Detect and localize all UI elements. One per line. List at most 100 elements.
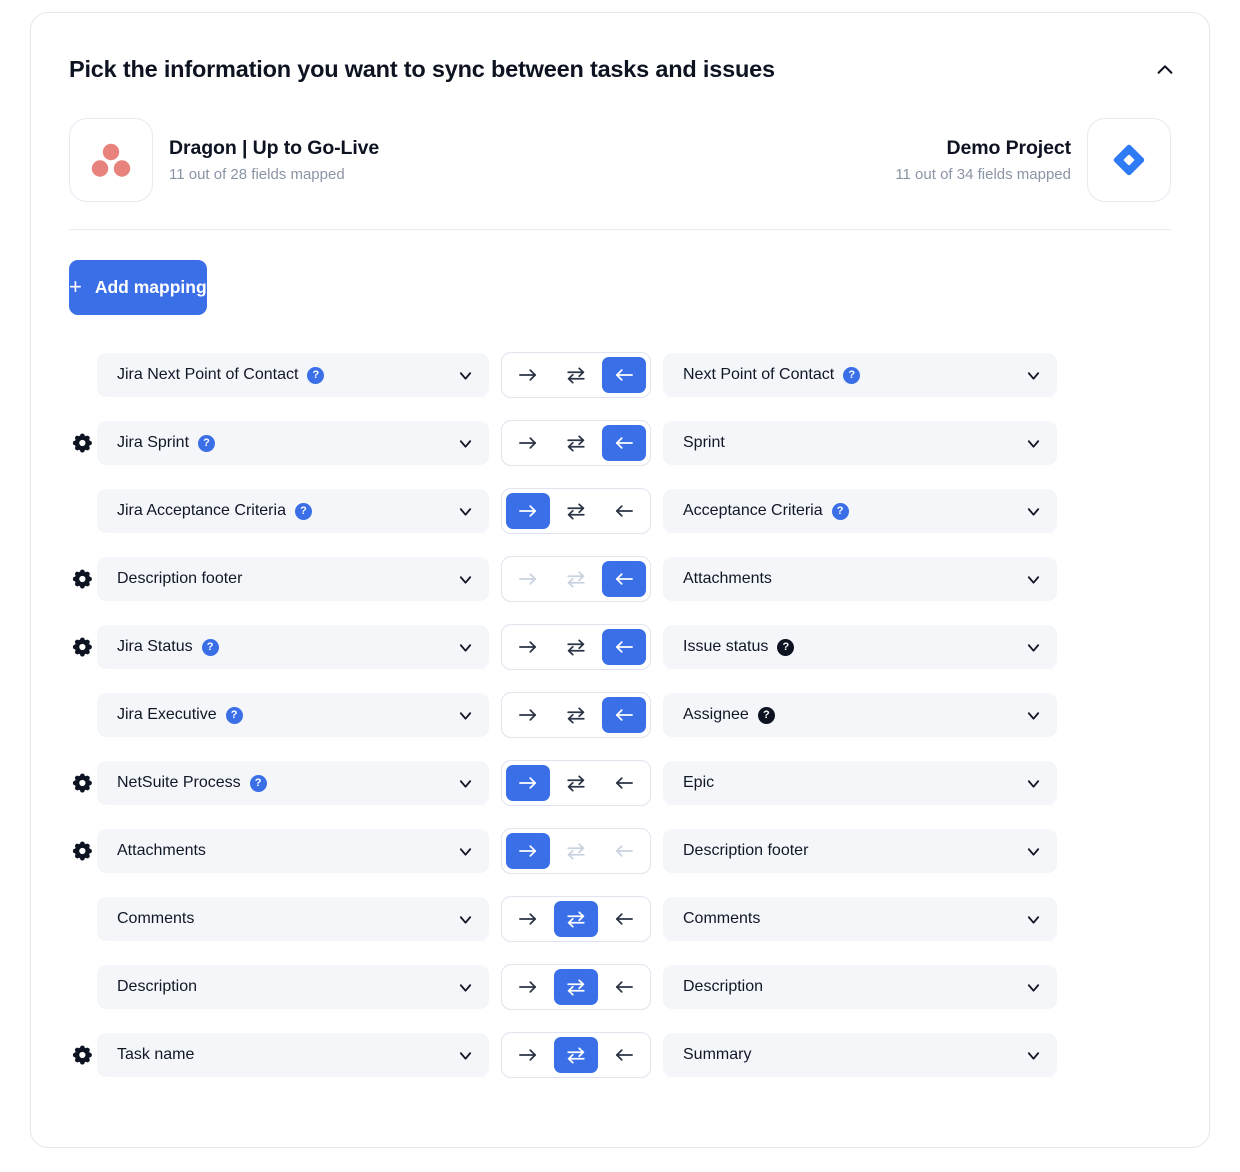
direction-to-source-button[interactable]: [602, 969, 646, 1005]
direction-to-source-button[interactable]: [602, 357, 646, 393]
direction-bidirectional-button[interactable]: [554, 425, 598, 461]
target-field-select[interactable]: Acceptance Criteria?: [663, 489, 1057, 533]
direction-bidirectional-button[interactable]: [554, 969, 598, 1005]
source-field-select[interactable]: Jira Next Point of Contact?: [97, 353, 489, 397]
chevron-down-icon[interactable]: [1024, 434, 1043, 453]
target-field-select[interactable]: Description: [663, 965, 1057, 1009]
source-field-select[interactable]: Jira Sprint?: [97, 421, 489, 465]
help-badge-icon[interactable]: ?: [201, 638, 219, 656]
chevron-down-icon[interactable]: [456, 706, 475, 725]
direction-to-source-button[interactable]: [602, 561, 646, 597]
add-mapping-button[interactable]: + Add mapping: [69, 260, 207, 315]
target-field-select[interactable]: Attachments: [663, 557, 1057, 601]
direction-to-source-button[interactable]: [602, 765, 646, 801]
direction-to-source-button[interactable]: [602, 493, 646, 529]
source-field-select[interactable]: Jira Status?: [97, 625, 489, 669]
chevron-down-icon[interactable]: [1024, 638, 1043, 657]
help-badge-icon[interactable]: ?: [198, 434, 216, 452]
source-field-label: Jira Acceptance Criteria: [117, 502, 286, 519]
chevron-down-icon[interactable]: [456, 502, 475, 521]
target-field-label: Comments: [683, 910, 761, 927]
row-settings-button[interactable]: [31, 568, 97, 590]
direction-to-source-button[interactable]: [602, 697, 646, 733]
chevron-down-icon[interactable]: [1024, 1046, 1043, 1065]
direction-to-source-button[interactable]: [602, 425, 646, 461]
chevron-down-icon[interactable]: [456, 638, 475, 657]
row-settings-button[interactable]: [31, 1044, 97, 1066]
chevron-down-icon[interactable]: [456, 910, 475, 929]
direction-to-target-button[interactable]: [506, 969, 550, 1005]
direction-to-target-button[interactable]: [506, 901, 550, 937]
direction-to-target-button[interactable]: [506, 357, 550, 393]
direction-to-target-button[interactable]: [506, 765, 550, 801]
chevron-down-icon[interactable]: [1024, 502, 1043, 521]
arrow-left-icon: [613, 570, 635, 588]
direction-to-source-button[interactable]: [602, 901, 646, 937]
direction-bidirectional-button[interactable]: [554, 629, 598, 665]
target-field-select[interactable]: Comments: [663, 897, 1057, 941]
target-field-select[interactable]: Next Point of Contact?: [663, 353, 1057, 397]
help-badge-icon[interactable]: ?: [831, 502, 849, 520]
direction-bidirectional-button[interactable]: [554, 357, 598, 393]
direction-to-target-button[interactable]: [506, 697, 550, 733]
source-field-select[interactable]: Description: [97, 965, 489, 1009]
source-field-select[interactable]: Description footer: [97, 557, 489, 601]
chevron-down-icon[interactable]: [456, 1046, 475, 1065]
direction-bidirectional-button[interactable]: [554, 493, 598, 529]
chevron-down-icon[interactable]: [1024, 842, 1043, 861]
chevron-down-icon[interactable]: [1024, 910, 1043, 929]
help-badge-icon[interactable]: ?: [307, 366, 325, 384]
row-settings-button[interactable]: [31, 840, 97, 862]
chevron-down-icon[interactable]: [456, 570, 475, 589]
chevron-down-icon[interactable]: [456, 978, 475, 997]
row-settings-button[interactable]: [31, 432, 97, 454]
direction-to-target-button[interactable]: [506, 629, 550, 665]
collapse-section-button[interactable]: [1145, 53, 1185, 89]
direction-bidirectional-button[interactable]: [554, 901, 598, 937]
direction-toggle-group: [501, 488, 651, 534]
chevron-down-icon[interactable]: [456, 434, 475, 453]
help-badge-icon[interactable]: ?: [777, 638, 795, 656]
direction-to-source-button[interactable]: [602, 1037, 646, 1073]
direction-bidirectional-button[interactable]: [554, 765, 598, 801]
direction-to-source-button[interactable]: [602, 629, 646, 665]
target-field-select[interactable]: Issue status?: [663, 625, 1057, 669]
row-settings-button[interactable]: [31, 636, 97, 658]
direction-to-target-button[interactable]: [506, 1037, 550, 1073]
source-field-select[interactable]: Comments: [97, 897, 489, 941]
direction-bidirectional-button[interactable]: [554, 1037, 598, 1073]
source-field-select[interactable]: Task name: [97, 1033, 489, 1077]
target-field-select[interactable]: Epic: [663, 761, 1057, 805]
target-field-select[interactable]: Sprint: [663, 421, 1057, 465]
target-field-select[interactable]: Assignee?: [663, 693, 1057, 737]
target-field-label: Sprint: [683, 434, 725, 451]
chevron-down-icon[interactable]: [1024, 706, 1043, 725]
row-settings-button[interactable]: [31, 772, 97, 794]
direction-to-target-button[interactable]: [506, 425, 550, 461]
help-badge-icon[interactable]: ?: [294, 502, 312, 520]
chevron-down-icon[interactable]: [1024, 774, 1043, 793]
source-field-select[interactable]: Jira Executive?: [97, 693, 489, 737]
direction-to-target-button[interactable]: [506, 493, 550, 529]
direction-toggle-group: [501, 420, 651, 466]
direction-to-target-button[interactable]: [506, 833, 550, 869]
swap-horizontal-icon: [565, 706, 587, 725]
source-field-select[interactable]: Jira Acceptance Criteria?: [97, 489, 489, 533]
chevron-down-icon[interactable]: [1024, 978, 1043, 997]
chevron-down-icon[interactable]: [1024, 366, 1043, 385]
target-field-select[interactable]: Summary: [663, 1033, 1057, 1077]
chevron-down-icon[interactable]: [1024, 570, 1043, 589]
help-badge-icon[interactable]: ?: [225, 706, 243, 724]
help-badge-icon[interactable]: ?: [249, 774, 267, 792]
source-field-select[interactable]: Attachments: [97, 829, 489, 873]
target-field-select[interactable]: Description footer: [663, 829, 1057, 873]
direction-bidirectional-button[interactable]: [554, 697, 598, 733]
chevron-down-icon[interactable]: [456, 842, 475, 861]
chevron-down-icon[interactable]: [456, 774, 475, 793]
chevron-down-icon[interactable]: [456, 366, 475, 385]
source-field-select[interactable]: NetSuite Process?: [97, 761, 489, 805]
sync-direction-control: [489, 556, 663, 602]
mapping-row: Task name Summary: [31, 1021, 1209, 1089]
help-badge-icon[interactable]: ?: [843, 366, 861, 384]
help-badge-icon[interactable]: ?: [757, 706, 775, 724]
